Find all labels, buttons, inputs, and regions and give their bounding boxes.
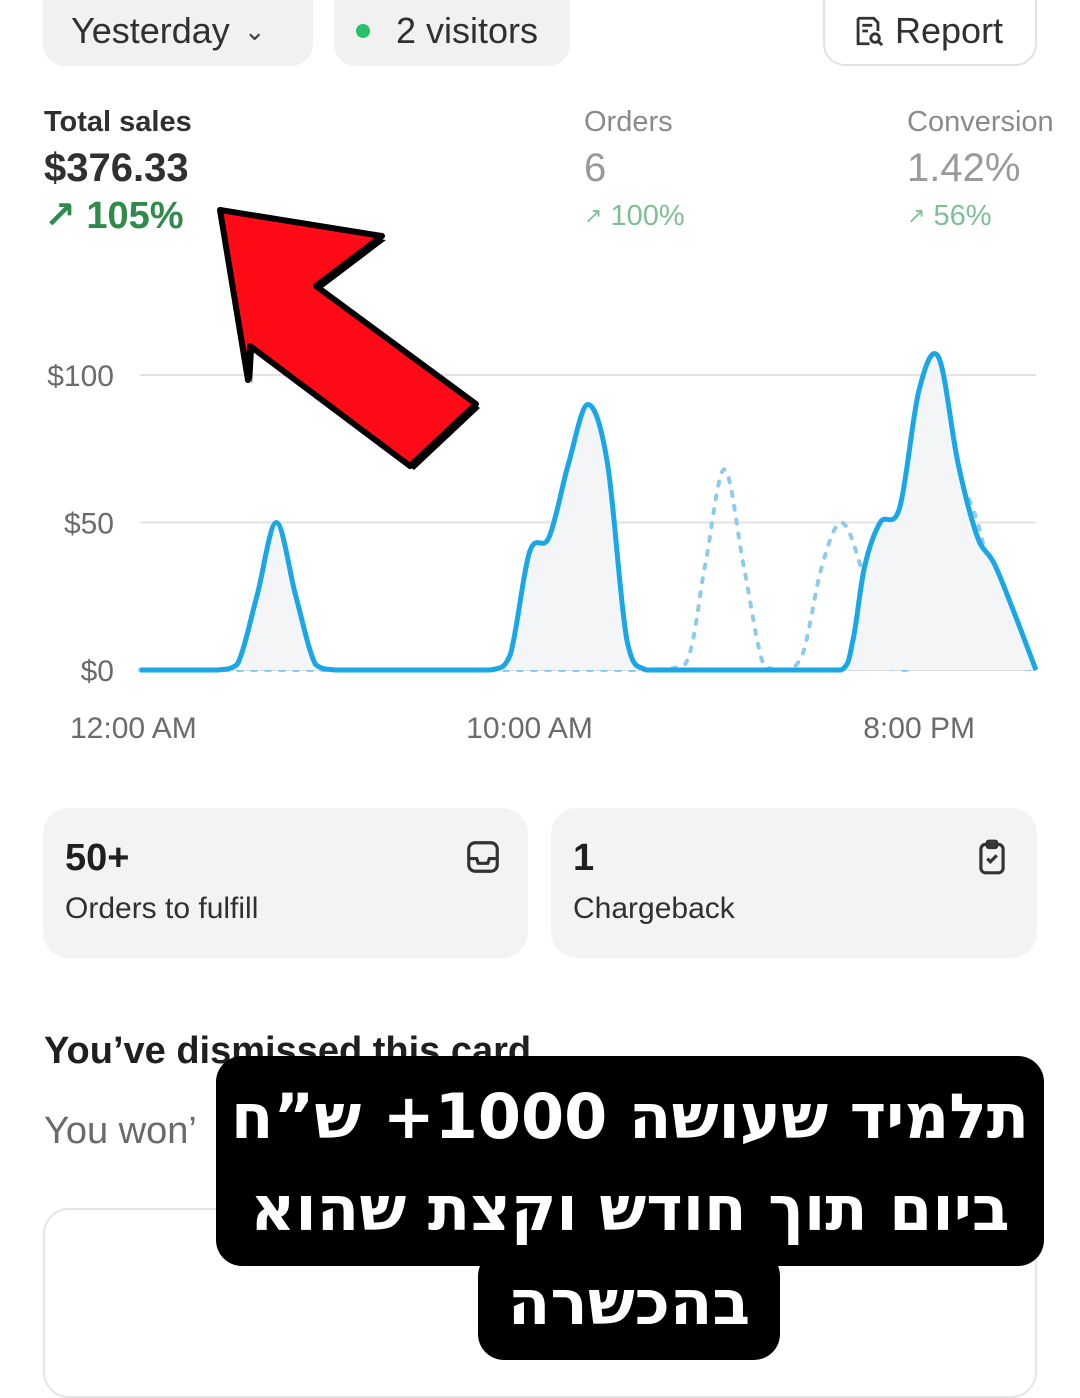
x-tick-label: 12:00 AM bbox=[70, 712, 197, 745]
dismissed-text: You won’ bbox=[44, 1110, 197, 1152]
card-value: 50+ bbox=[65, 837, 130, 879]
caption-line: ביום תוך חודש וקצת שהוא bbox=[250, 1172, 1010, 1245]
card-label: Chargeback bbox=[573, 892, 735, 925]
sales-chart: $100 $50 $0 12:00 AM 10:00 AM 8:00 PM bbox=[47, 351, 1039, 745]
live-visitors-button[interactable]: 2 visitors bbox=[334, 0, 570, 66]
card-label: Orders to fulfill bbox=[65, 892, 259, 925]
metric-label: Total sales bbox=[44, 106, 192, 138]
orders-to-fulfill-card[interactable]: 50+ Orders to fulfill bbox=[43, 808, 528, 958]
live-status-dot-icon bbox=[356, 24, 370, 38]
report-icon bbox=[856, 16, 884, 47]
chargeback-card[interactable]: 1 Chargeback bbox=[551, 808, 1037, 958]
date-range-selector[interactable]: Yesterday ⌄ bbox=[43, 0, 313, 66]
x-tick-label: 10:00 AM bbox=[466, 712, 593, 745]
metric-total-sales[interactable]: Total sales $376.33 ↗ 105% bbox=[44, 104, 192, 236]
metric-value: 1.42% bbox=[907, 146, 1021, 190]
metric-value: 6 bbox=[584, 146, 607, 190]
metric-label: Orders bbox=[584, 106, 673, 138]
chevron-down-icon: ⌄ bbox=[243, 15, 266, 46]
arrow-up-right-icon: ↗ bbox=[44, 195, 76, 237]
arrow-up-right-icon: ↗ bbox=[584, 203, 603, 228]
metric-label: Conversion bbox=[907, 106, 1054, 138]
clipboard-check-icon bbox=[979, 839, 1005, 875]
metric-change: 105% bbox=[86, 195, 184, 237]
caption-line: בהכשרה bbox=[507, 1266, 751, 1339]
y-tick-label: $100 bbox=[47, 360, 114, 393]
card-value: 1 bbox=[573, 837, 595, 879]
metric-conversion[interactable]: Conversion 1.42% ↗ 56% bbox=[907, 104, 1054, 236]
caption-line: תלמיד שעושה 1000+ ש”ח bbox=[230, 1080, 1030, 1153]
metric-orders[interactable]: Orders 6 ↗ 100% bbox=[584, 104, 685, 236]
arrow-up-right-icon: ↗ bbox=[907, 203, 926, 228]
metric-value: $376.33 bbox=[44, 146, 189, 190]
report-button[interactable]: Report bbox=[823, 0, 1037, 66]
metric-change: 100% bbox=[610, 200, 685, 232]
report-label: Report bbox=[895, 10, 1004, 51]
visitors-label: 2 visitors bbox=[396, 10, 539, 51]
y-tick-label: $0 bbox=[81, 655, 114, 688]
x-tick-label: 8:00 PM bbox=[863, 712, 975, 745]
date-range-label: Yesterday bbox=[71, 10, 230, 51]
inbox-icon bbox=[467, 841, 499, 873]
y-tick-label: $50 bbox=[64, 508, 114, 541]
red-arrow-icon bbox=[217, 207, 480, 470]
metric-change: 56% bbox=[933, 200, 992, 232]
